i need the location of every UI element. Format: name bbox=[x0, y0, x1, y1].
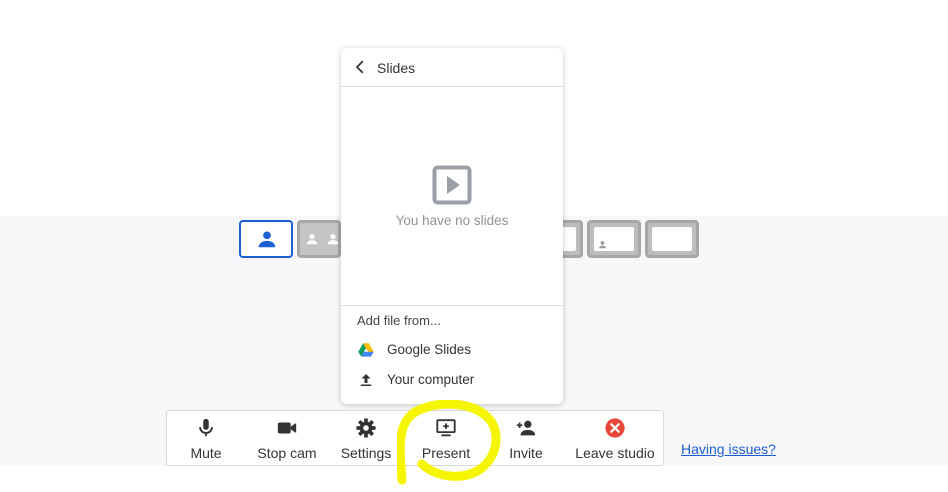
present-screen-icon bbox=[436, 419, 456, 437]
your-computer-option[interactable]: Your computer bbox=[341, 367, 563, 393]
person-icon bbox=[258, 231, 276, 248]
person-icon bbox=[306, 234, 318, 245]
mute-button[interactable]: Mute bbox=[173, 411, 239, 465]
google-slides-label: Google Slides bbox=[387, 342, 472, 357]
present-button[interactable]: Present bbox=[409, 411, 483, 465]
present-label: Present bbox=[421, 445, 471, 461]
upload-icon bbox=[360, 374, 372, 386]
leave-studio-button[interactable]: Leave studio bbox=[567, 411, 663, 465]
gear-icon bbox=[356, 418, 376, 438]
popup-title: Slides bbox=[377, 60, 416, 76]
leave-x-icon bbox=[605, 418, 625, 438]
add-file-from-label: Add file from... bbox=[357, 313, 441, 328]
layout-solo[interactable] bbox=[239, 220, 293, 258]
chevron-left-icon[interactable] bbox=[351, 58, 369, 76]
add-person-icon bbox=[516, 420, 536, 436]
having-issues-link[interactable]: Having issues? bbox=[681, 441, 776, 457]
camera-icon bbox=[277, 422, 297, 434]
popup-header: Slides bbox=[341, 48, 563, 87]
slides-popup: Slides You have no slides Add file from.… bbox=[341, 48, 563, 404]
slide-play-icon bbox=[432, 165, 472, 205]
settings-label: Settings bbox=[340, 445, 392, 461]
invite-label: Invite bbox=[509, 445, 543, 461]
settings-button[interactable]: Settings bbox=[331, 411, 401, 465]
person-icon bbox=[327, 234, 339, 245]
empty-slides-message: You have no slides bbox=[395, 213, 509, 228]
google-slides-option[interactable]: Google Slides bbox=[341, 337, 563, 363]
divider bbox=[341, 305, 563, 306]
mute-label: Mute bbox=[190, 445, 222, 461]
stop-cam-button[interactable]: Stop cam bbox=[247, 411, 327, 465]
layout-group[interactable] bbox=[297, 220, 341, 258]
google-drive-icon bbox=[358, 343, 374, 357]
your-computer-label: Your computer bbox=[387, 372, 475, 387]
microphone-icon bbox=[199, 418, 213, 437]
person-icon bbox=[599, 241, 606, 249]
stop-cam-label: Stop cam bbox=[257, 445, 317, 461]
leave-studio-label: Leave studio bbox=[575, 445, 655, 461]
invite-button[interactable]: Invite bbox=[491, 411, 561, 465]
layout-pip[interactable] bbox=[587, 220, 641, 258]
layout-fullscreen[interactable] bbox=[645, 220, 699, 258]
studio-toolbar: Mute Stop cam Settings Present Invite Le… bbox=[166, 410, 664, 466]
